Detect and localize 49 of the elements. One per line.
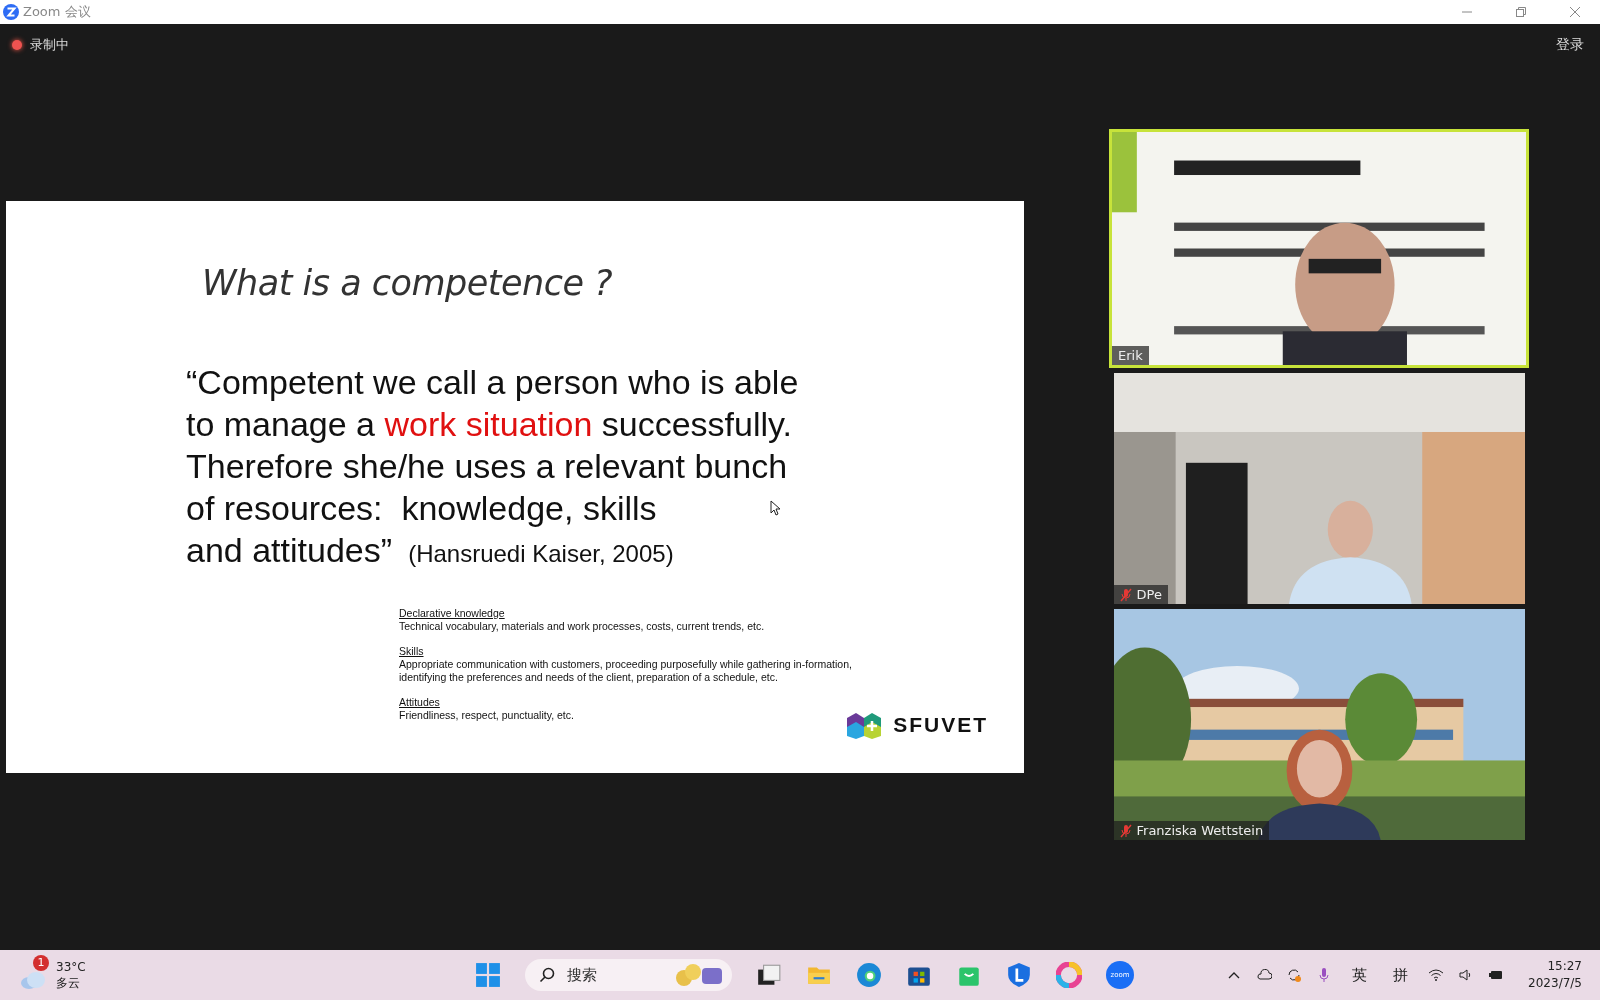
cloud-icon[interactable] — [1256, 967, 1273, 983]
color-wheel-icon[interactable] — [1056, 962, 1082, 988]
temperature: 33°C — [56, 959, 86, 975]
note-text: Friendliness, respect, punctuality, etc. — [399, 709, 574, 722]
notification-badge: 1 — [33, 955, 49, 971]
quote-text: successfully. — [600, 405, 792, 443]
video-tile[interactable]: Erik — [1109, 129, 1529, 368]
recording-label: 录制中 — [30, 36, 69, 54]
quote-text: of resources: knowledge, skills — [186, 489, 657, 527]
participant-name: Franziska Wettstein — [1136, 823, 1264, 838]
clock-date[interactable]: 2023/7/5 — [1528, 975, 1582, 992]
cloud-icon — [20, 971, 46, 989]
citation: (Hansruedi Kaiser, 2005) — [407, 540, 674, 567]
mouse-cursor-icon — [770, 500, 780, 516]
input-method-indicator[interactable]: 英 — [1352, 965, 1368, 985]
clock-time[interactable]: 15:27 — [1547, 958, 1582, 975]
sync-icon[interactable] — [1286, 967, 1303, 983]
quote-text: “Competent we call a person who is able — [186, 363, 799, 401]
participant-name: Erik — [1118, 348, 1143, 363]
note-text: identifying the preferences and needs of the client, preparation of a schedule, etc. — [399, 671, 778, 684]
login-button[interactable]: 登录 — [1552, 34, 1588, 56]
window-title: Zoom 会议 — [23, 3, 91, 21]
wifi-icon[interactable] — [1428, 967, 1445, 983]
note-heading: Declarative knowledge — [399, 607, 505, 620]
weather-condition: 多云 — [56, 975, 81, 991]
quote-text: and attitudes” — [186, 531, 393, 569]
note-heading: Skills — [399, 645, 424, 658]
video-tile[interactable]: DPe — [1113, 373, 1525, 604]
brand-name: SFUVET — [893, 713, 988, 737]
close-icon[interactable] — [1569, 6, 1581, 18]
shield-icon[interactable] — [1006, 962, 1032, 988]
note-text: Appropriate communication with customers, proceeding purposefully while gathering in-formation, — [399, 658, 852, 671]
note-heading: Attitudes — [399, 696, 440, 709]
note-text: Technical vocabulary, materials and work processes, costs, current trends, etc. — [399, 620, 765, 633]
restore-icon[interactable] — [1515, 6, 1527, 18]
quote-text: Therefore she/he uses a relevant bunch — [186, 447, 788, 485]
quote-text: to manage a — [186, 405, 377, 443]
slide-title: What is a competence ? — [202, 263, 614, 303]
app-logo-icon — [3, 4, 19, 20]
browser-icon[interactable] — [856, 962, 882, 988]
video-tile[interactable]: Franziska Wettstein — [1113, 609, 1525, 840]
participant-name: DPe — [1136, 587, 1162, 602]
cube-logo-icon — [847, 711, 882, 739]
start-icon[interactable] — [475, 962, 501, 988]
search-field[interactable]: 搜索 — [525, 959, 732, 991]
quote-text: work situation — [384, 405, 593, 443]
search-icon — [539, 967, 555, 983]
task-view-icon[interactable] — [756, 962, 782, 988]
input-method-indicator[interactable]: 拼 — [1393, 965, 1409, 985]
